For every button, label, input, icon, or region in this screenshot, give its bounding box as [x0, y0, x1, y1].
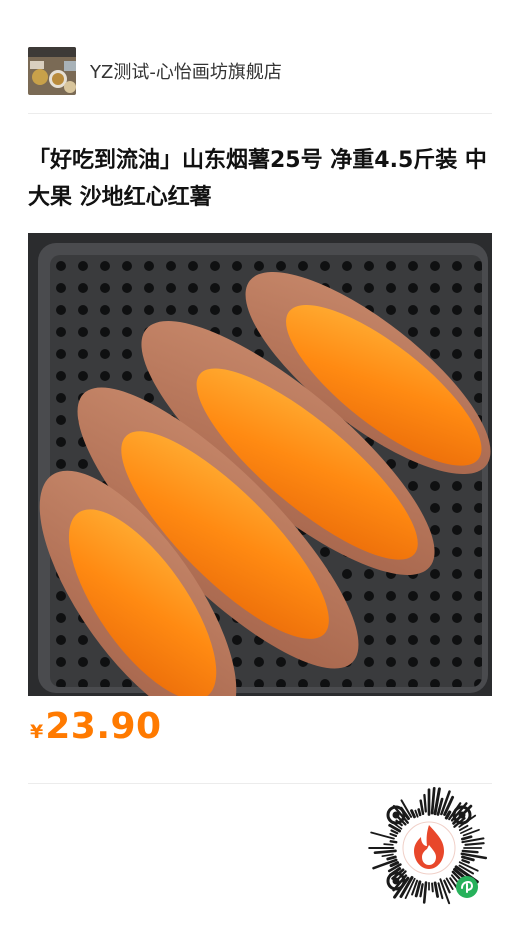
qr-ray [410, 809, 416, 819]
product-image[interactable] [28, 233, 492, 696]
flame-logo-icon [402, 821, 456, 875]
qr-ray [389, 840, 398, 844]
qr-ray [461, 855, 475, 862]
mini-program-qr-code[interactable] [366, 785, 492, 911]
product-title: 「好吃到流油」山东烟薯25号 净重4.5斤装 中大果 沙地红心红薯 [28, 148, 487, 210]
qr-ray [390, 829, 399, 835]
mini-program-badge-icon [456, 876, 478, 898]
shop-name[interactable]: YZ测试-心怡画坊旗舰店 [90, 58, 282, 84]
qr-ray [389, 861, 400, 868]
qr-finder-dot [458, 811, 466, 819]
qr-ray [422, 881, 428, 904]
qr-ray [433, 881, 439, 898]
qr-ray [381, 853, 394, 857]
qr-ray [419, 799, 425, 816]
qr-ray [383, 843, 394, 846]
qr-finder-dot [392, 811, 400, 819]
divider-top [28, 113, 492, 114]
qr-ray [386, 855, 397, 861]
shop-header[interactable]: YZ测试-心怡画坊旗舰店 [28, 46, 492, 96]
qr-ray [419, 883, 424, 898]
qr-ray [414, 809, 419, 818]
qr-ray [461, 849, 479, 854]
qr-ray [464, 842, 485, 846]
price: ¥ 23.90 [30, 706, 162, 756]
qr-finder-dot [392, 877, 400, 885]
qr-ray [431, 882, 434, 893]
qr-ray [373, 849, 397, 855]
price-value: 23.90 [45, 706, 162, 747]
qr-ray [417, 808, 422, 817]
qr-ray [423, 793, 427, 813]
shop-avatar[interactable] [28, 47, 76, 95]
qr-ray [389, 832, 398, 837]
qr-ray [461, 858, 471, 864]
qr-ray [430, 786, 436, 815]
currency-symbol: ¥ [30, 721, 44, 743]
qr-ray [461, 835, 473, 841]
divider-bottom [28, 783, 492, 784]
